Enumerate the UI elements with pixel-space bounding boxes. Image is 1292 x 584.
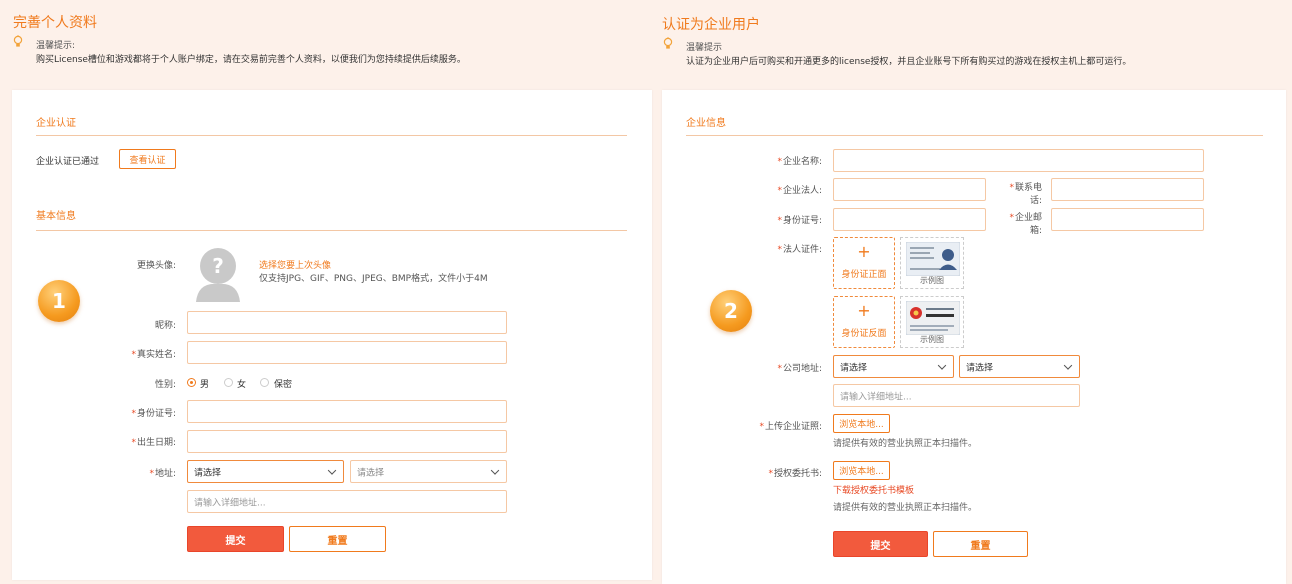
gender-radio-female[interactable]: [224, 378, 233, 387]
city-select[interactable]: 请选择: [350, 460, 507, 483]
company-address-input[interactable]: 请输入详细地址...: [833, 384, 1080, 407]
authorization-label: *授权委托书:: [768, 469, 822, 479]
left-tip-title: 温馨提示:: [36, 41, 76, 51]
plus-icon: +: [857, 242, 871, 261]
left-page-title: 完善个人资料: [13, 15, 97, 31]
gender-radio-secret[interactable]: [260, 378, 269, 387]
download-template-link[interactable]: 下载授权委托书模板: [833, 483, 914, 496]
company-city-select[interactable]: 请选择: [959, 355, 1080, 378]
sample-caption: 示例图: [920, 335, 944, 344]
email-label: *企业邮箱:: [1009, 213, 1042, 236]
avatar-label: 更换头像:: [136, 261, 176, 271]
nickname-label: 昵称:: [154, 321, 176, 331]
phone-label: *联系电话:: [1009, 183, 1042, 206]
reset-button[interactable]: 重置: [289, 526, 386, 552]
section-divider: [36, 230, 627, 231]
chevron-down-icon: [327, 465, 337, 475]
avatar-format-hint: 仅支持JPG、GIF、PNG、JPEG、BMP格式，文件小于4M: [259, 274, 488, 284]
address-placeholder: 请输入详细地址...: [194, 498, 266, 508]
right-page-title: 认证为企业用户: [662, 17, 760, 33]
section-divider: [36, 135, 627, 136]
right-tip-text: 认证为企业用户后可购买和开通更多的license授权，并且企业账号下所有购买过的…: [686, 57, 1132, 67]
gender-radio-male[interactable]: [187, 378, 196, 387]
idno-input[interactable]: [187, 400, 507, 423]
view-certification-button[interactable]: 查看认证: [119, 149, 176, 169]
idno-label: *身份证号:: [131, 409, 176, 419]
authorization-browse-button[interactable]: 浏览本地...: [833, 461, 890, 480]
company-info-section-title: 企业信息: [686, 118, 726, 129]
plus-icon: +: [857, 301, 871, 320]
upload-id-front[interactable]: + 身份证正面: [833, 237, 895, 289]
avatar-select-link[interactable]: 选择您要上次头像: [259, 258, 331, 271]
gender-label: 性别:: [154, 380, 176, 390]
company-reset-button[interactable]: 重置: [933, 531, 1028, 557]
avatar-placeholder-icon[interactable]: ?: [190, 242, 246, 302]
sample-id-back: 示例图: [900, 296, 964, 348]
chevron-down-icon: [1063, 360, 1073, 370]
realname-label: *真实姓名:: [131, 350, 176, 360]
sample-caption: 示例图: [920, 276, 944, 285]
license-browse-button[interactable]: 浏览本地...: [833, 414, 890, 433]
province-select-value: 请选择: [194, 468, 222, 478]
company-name-label: *企业名称:: [777, 157, 822, 167]
gender-option-label: 男: [200, 380, 210, 390]
left-tip-text: 购买License槽位和游戏都将于个人账户绑定，请在交易前完善个人资料，以便我们…: [36, 55, 466, 65]
section-divider: [686, 135, 1263, 136]
id-doc-label: *法人证件:: [777, 245, 822, 255]
city-select-value: 请选择: [357, 468, 385, 478]
legal-person-input[interactable]: [833, 178, 986, 201]
chevron-down-icon: [490, 465, 500, 475]
step-badge: 2: [710, 290, 752, 332]
upload-front-label: 身份证正面: [841, 270, 887, 280]
upload-id-back[interactable]: + 身份证反面: [833, 296, 895, 348]
right-tip-title: 温馨提示: [686, 43, 723, 53]
step-badge: 1: [38, 280, 80, 322]
submit-button[interactable]: 提交: [187, 526, 284, 552]
id-card-back-sample-icon: [906, 301, 960, 335]
authorization-hint: 请提供有效的营业执照正本扫描件。: [833, 503, 978, 513]
license-label: *上传企业证照:: [759, 422, 822, 432]
legal-idno-input[interactable]: [833, 208, 986, 231]
gender-option-label: 保密: [274, 380, 293, 390]
license-hint: 请提供有效的营业执照正本扫描件。: [833, 439, 978, 449]
id-card-front-sample-icon: [906, 242, 960, 276]
svg-text:?: ?: [212, 254, 224, 278]
birthdate-label: *出生日期:: [131, 438, 176, 448]
province-select-value: 请选择: [840, 363, 868, 373]
realname-input[interactable]: [187, 341, 507, 364]
legal-idno-label: *身份证号:: [777, 216, 822, 226]
birthdate-input[interactable]: [187, 430, 507, 453]
company-submit-button[interactable]: 提交: [833, 531, 928, 557]
lightbulb-icon: [663, 37, 673, 49]
address-detail-input[interactable]: 请输入详细地址...: [187, 490, 507, 513]
company-province-select[interactable]: 请选择: [833, 355, 954, 378]
province-select[interactable]: 请选择: [187, 460, 344, 483]
chevron-down-icon: [937, 360, 947, 370]
enterprise-status: 企业认证已通过: [36, 157, 100, 167]
legal-person-label: *企业法人:: [777, 186, 822, 196]
sample-id-front: 示例图: [900, 237, 964, 289]
city-select-value: 请选择: [966, 363, 994, 373]
address-placeholder: 请输入详细地址...: [840, 392, 912, 402]
company-address-label: *公司地址:: [777, 364, 822, 374]
basic-info-section-title: 基本信息: [36, 211, 76, 222]
upload-back-label: 身份证反面: [841, 329, 887, 339]
email-input[interactable]: [1051, 208, 1204, 231]
gender-option-label: 女: [237, 380, 247, 390]
enterprise-section-title: 企业认证: [36, 118, 76, 129]
address-label: *地址:: [149, 469, 176, 479]
phone-input[interactable]: [1051, 178, 1204, 201]
lightbulb-icon: [13, 35, 23, 47]
nickname-input[interactable]: [187, 311, 507, 334]
company-name-input[interactable]: [833, 149, 1204, 172]
